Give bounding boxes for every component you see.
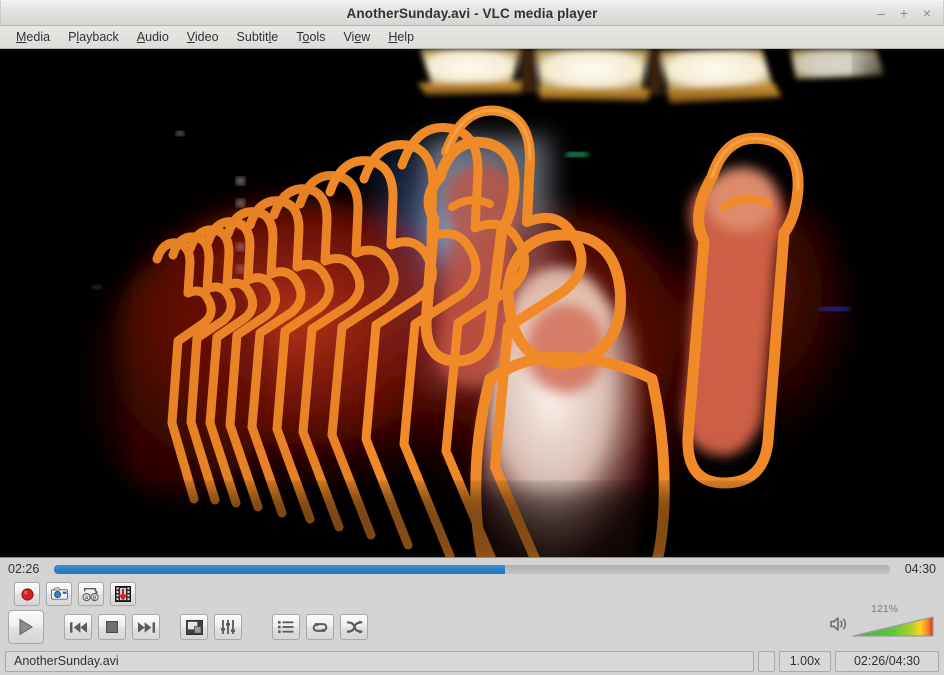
playlist-button[interactable]	[272, 614, 300, 640]
primary-buttons: 121%	[0, 603, 944, 650]
ab-loop-icon: A B	[82, 587, 99, 601]
fullscreen-button[interactable]	[180, 614, 208, 640]
svg-text:A: A	[85, 595, 89, 601]
shuffle-button[interactable]	[340, 614, 368, 640]
window-controls: – + ×	[875, 6, 943, 20]
window-title: AnotherSunday.avi - VLC media player	[346, 5, 598, 21]
menu-item-playback[interactable]: Playback	[59, 28, 128, 46]
menu-item-tools[interactable]: Tools	[287, 28, 334, 46]
next-button[interactable]	[132, 614, 160, 640]
fullscreen-icon	[185, 619, 203, 635]
play-icon	[19, 618, 33, 636]
minimize-icon[interactable]: –	[875, 6, 887, 20]
volume-slider[interactable]	[852, 616, 934, 638]
status-time[interactable]: 02:26/04:30	[835, 650, 939, 672]
volume-control: 121%	[830, 603, 944, 638]
stop-button[interactable]	[98, 614, 126, 640]
secondary-buttons: A B	[0, 580, 944, 609]
seek-slider[interactable]	[54, 564, 890, 574]
status-spacer	[758, 650, 775, 672]
video-frame	[0, 49, 944, 557]
shuffle-icon	[346, 620, 363, 634]
menu-item-video[interactable]: Video	[178, 28, 228, 46]
ab-loop-button[interactable]: A B	[78, 582, 104, 606]
control-bar: 02:26 04:30 A B 121%	[0, 557, 944, 650]
record-button[interactable]	[14, 582, 40, 606]
status-filename: AnotherSunday.avi	[5, 650, 754, 672]
vlc-window: AnotherSunday.avi - VLC media player – +…	[0, 0, 944, 675]
playback-speed[interactable]: 1.00x	[779, 650, 831, 672]
menu-item-help[interactable]: Help	[379, 28, 423, 46]
loop-button[interactable]	[306, 614, 334, 640]
status-bar: AnotherSunday.avi 1.00x 02:26/04:30	[0, 650, 944, 675]
speaker-icon[interactable]	[830, 616, 848, 637]
menu-bar: Media Playback Audio Video Subtitle Tool…	[0, 26, 944, 49]
record-icon	[20, 587, 34, 601]
menu-item-media[interactable]: Media	[7, 28, 59, 46]
menu-item-view[interactable]: View	[334, 28, 379, 46]
elapsed-time: 02:26	[8, 562, 40, 576]
frame-by-frame-button[interactable]	[110, 582, 136, 606]
snapshot-button[interactable]	[46, 582, 72, 606]
video-output[interactable]	[0, 49, 944, 557]
extended-settings-button[interactable]	[214, 614, 242, 640]
title-bar: AnotherSunday.avi - VLC media player – +…	[0, 0, 944, 26]
menu-item-subtitle[interactable]: Subtitle	[228, 28, 288, 46]
previous-icon	[69, 621, 87, 633]
volume-percent-label: 121%	[871, 603, 898, 615]
previous-button[interactable]	[64, 614, 92, 640]
snapshot-icon	[50, 587, 68, 600]
stop-icon	[106, 621, 118, 633]
equalizer-icon	[221, 620, 235, 634]
loop-icon	[312, 622, 328, 632]
playlist-icon	[278, 621, 294, 633]
total-time: 04:30	[904, 562, 936, 576]
seek-row: 02:26 04:30	[0, 558, 944, 580]
maximize-icon[interactable]: +	[898, 6, 910, 20]
frame-by-frame-icon	[115, 586, 131, 602]
play-button[interactable]	[8, 610, 44, 644]
close-icon[interactable]: ×	[921, 6, 933, 20]
menu-item-audio[interactable]: Audio	[128, 28, 178, 46]
svg-text:B: B	[93, 595, 97, 601]
seek-progress	[54, 564, 506, 574]
next-icon	[137, 621, 155, 633]
